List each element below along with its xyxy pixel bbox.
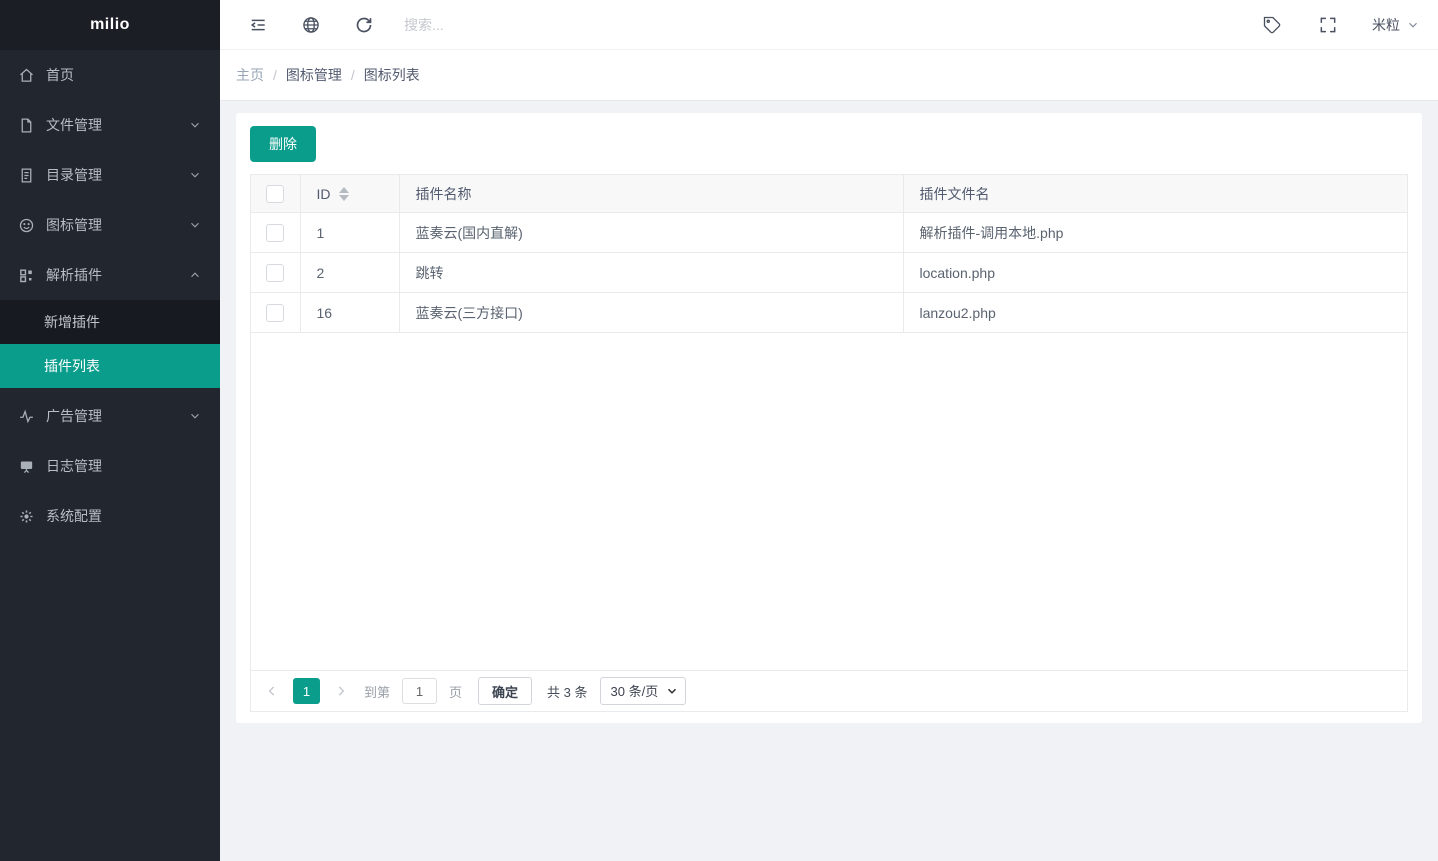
chevron-down-icon bbox=[188, 409, 202, 423]
smiley-icon bbox=[18, 217, 35, 234]
breadcrumb-home[interactable]: 主页 bbox=[236, 65, 264, 85]
tag-icon[interactable] bbox=[1262, 15, 1282, 35]
header-plugin-file: 插件文件名 bbox=[903, 175, 1407, 213]
row-checkbox[interactable] bbox=[266, 264, 284, 282]
table-row: 2 跳转 location.php bbox=[251, 253, 1407, 293]
cell-plugin-file: 解析插件-调用本地.php bbox=[903, 213, 1407, 253]
sidebar-item-label: 日志管理 bbox=[46, 456, 102, 476]
breadcrumb-icon-manage[interactable]: 图标管理 bbox=[286, 65, 342, 85]
table-header-row: ID 插件名称 插件文件名 bbox=[251, 175, 1407, 213]
plugin-grid-icon bbox=[18, 267, 35, 284]
page-unit-label: 页 bbox=[449, 682, 462, 701]
user-name: 米粒 bbox=[1372, 15, 1400, 35]
catalog-icon bbox=[18, 167, 35, 184]
cell-plugin-name: 跳转 bbox=[399, 253, 903, 293]
content-area: 删除 ID bbox=[220, 101, 1438, 735]
sidebar-item-label: 解析插件 bbox=[46, 265, 102, 285]
chevron-down-icon bbox=[188, 168, 202, 182]
cell-id: 1 bbox=[300, 213, 399, 253]
sidebar-item-ads[interactable]: 广告管理 bbox=[0, 391, 220, 441]
cell-plugin-file: lanzou2.php bbox=[903, 293, 1407, 333]
breadcrumb: 主页 / 图标管理 / 图标列表 bbox=[220, 50, 1438, 101]
app-root: milio 首页 文件管理 目录管 bbox=[0, 0, 1438, 861]
chevron-down-icon bbox=[188, 218, 202, 232]
sidebar-item-label: 首页 bbox=[46, 65, 74, 85]
plugin-table-container: ID 插件名称 插件文件名 bbox=[250, 174, 1408, 712]
breadcrumb-current: 图标列表 bbox=[364, 65, 420, 85]
page-size-select[interactable]: 30 条/页 bbox=[600, 677, 686, 705]
collapse-menu-icon[interactable] bbox=[248, 15, 268, 35]
chevron-down-icon bbox=[1406, 18, 1420, 32]
sidebar-item-icons[interactable]: 图标管理 bbox=[0, 200, 220, 250]
confirm-page-button[interactable]: 确定 bbox=[478, 677, 532, 705]
select-all-checkbox[interactable] bbox=[266, 185, 284, 203]
user-menu[interactable]: 米粒 bbox=[1372, 15, 1420, 35]
page-number-button[interactable]: 1 bbox=[293, 678, 320, 704]
cell-plugin-name: 蓝奏云(国内直解) bbox=[399, 213, 903, 253]
sidebar-subitem-label: 新增插件 bbox=[44, 312, 100, 332]
sidebar-item-label: 广告管理 bbox=[46, 406, 102, 426]
cell-id: 16 bbox=[300, 293, 399, 333]
chevron-up-icon bbox=[188, 268, 202, 282]
page-input[interactable] bbox=[402, 678, 437, 704]
refresh-icon[interactable] bbox=[354, 15, 374, 35]
plugin-list-card: 删除 ID bbox=[236, 113, 1422, 723]
row-checkbox[interactable] bbox=[266, 304, 284, 322]
sort-caret-icon[interactable] bbox=[339, 187, 349, 201]
prev-page-icon[interactable] bbox=[265, 684, 279, 698]
page-size-select-wrap: 30 条/页 bbox=[600, 677, 686, 705]
breadcrumb-separator: / bbox=[351, 67, 355, 83]
sidebar-subitem-label: 插件列表 bbox=[44, 356, 100, 376]
row-checkbox[interactable] bbox=[266, 224, 284, 242]
sidebar-menu: 首页 文件管理 目录管理 bbox=[0, 50, 220, 541]
sidebar: milio 首页 文件管理 目录管 bbox=[0, 0, 220, 861]
sidebar-item-label: 系统配置 bbox=[46, 506, 102, 526]
sidebar-subitem-add-plugin[interactable]: 新增插件 bbox=[0, 300, 220, 344]
table-row: 16 蓝奏云(三方接口) lanzou2.php bbox=[251, 293, 1407, 333]
sidebar-item-catalog[interactable]: 目录管理 bbox=[0, 150, 220, 200]
sidebar-subitem-plugin-list[interactable]: 插件列表 bbox=[0, 344, 220, 388]
plugin-table: ID 插件名称 插件文件名 bbox=[251, 175, 1407, 333]
home-icon bbox=[18, 67, 35, 84]
file-icon bbox=[18, 117, 35, 134]
cell-id: 2 bbox=[300, 253, 399, 293]
sidebar-item-files[interactable]: 文件管理 bbox=[0, 100, 220, 150]
sidebar-item-home[interactable]: 首页 bbox=[0, 50, 220, 100]
chevron-down-icon bbox=[188, 118, 202, 132]
cell-plugin-name: 蓝奏云(三方接口) bbox=[399, 293, 903, 333]
header-plugin-name: 插件名称 bbox=[399, 175, 903, 213]
sidebar-item-settings[interactable]: 系统配置 bbox=[0, 491, 220, 541]
row-checkbox-cell bbox=[251, 213, 300, 253]
header-id: ID bbox=[300, 175, 399, 213]
breadcrumb-separator: / bbox=[273, 67, 277, 83]
header-id-label: ID bbox=[317, 186, 331, 202]
globe-icon[interactable] bbox=[301, 15, 321, 35]
activity-icon bbox=[18, 408, 35, 425]
sidebar-item-logs[interactable]: 日志管理 bbox=[0, 441, 220, 491]
top-navbar: 米粒 bbox=[220, 0, 1438, 50]
plugins-submenu: 新增插件 插件列表 bbox=[0, 300, 220, 388]
sidebar-item-plugins[interactable]: 解析插件 bbox=[0, 250, 220, 300]
table-row: 1 蓝奏云(国内直解) 解析插件-调用本地.php bbox=[251, 213, 1407, 253]
row-checkbox-cell bbox=[251, 253, 300, 293]
goto-page-label: 到第 bbox=[364, 682, 390, 701]
header-checkbox-cell bbox=[251, 175, 300, 213]
row-checkbox-cell bbox=[251, 293, 300, 333]
fullscreen-icon[interactable] bbox=[1318, 15, 1338, 35]
log-board-icon bbox=[18, 458, 35, 475]
sidebar-item-label: 目录管理 bbox=[46, 165, 102, 185]
cell-plugin-file: location.php bbox=[903, 253, 1407, 293]
next-page-icon[interactable] bbox=[334, 684, 348, 698]
delete-button[interactable]: 删除 bbox=[250, 126, 316, 162]
search-input[interactable] bbox=[404, 17, 624, 33]
sidebar-item-label: 图标管理 bbox=[46, 215, 102, 235]
gear-icon bbox=[18, 508, 35, 525]
app-logo: milio bbox=[0, 0, 220, 50]
main-area: 米粒 主页 / 图标管理 / 图标列表 删除 bbox=[220, 0, 1438, 861]
sidebar-item-label: 文件管理 bbox=[46, 115, 102, 135]
navbar-right: 米粒 bbox=[1262, 15, 1420, 35]
pagination-bar: 1 到第 页 确定 共 3 条 30 条/页 bbox=[251, 670, 1407, 711]
total-count-label: 共 3 条 bbox=[547, 682, 587, 701]
